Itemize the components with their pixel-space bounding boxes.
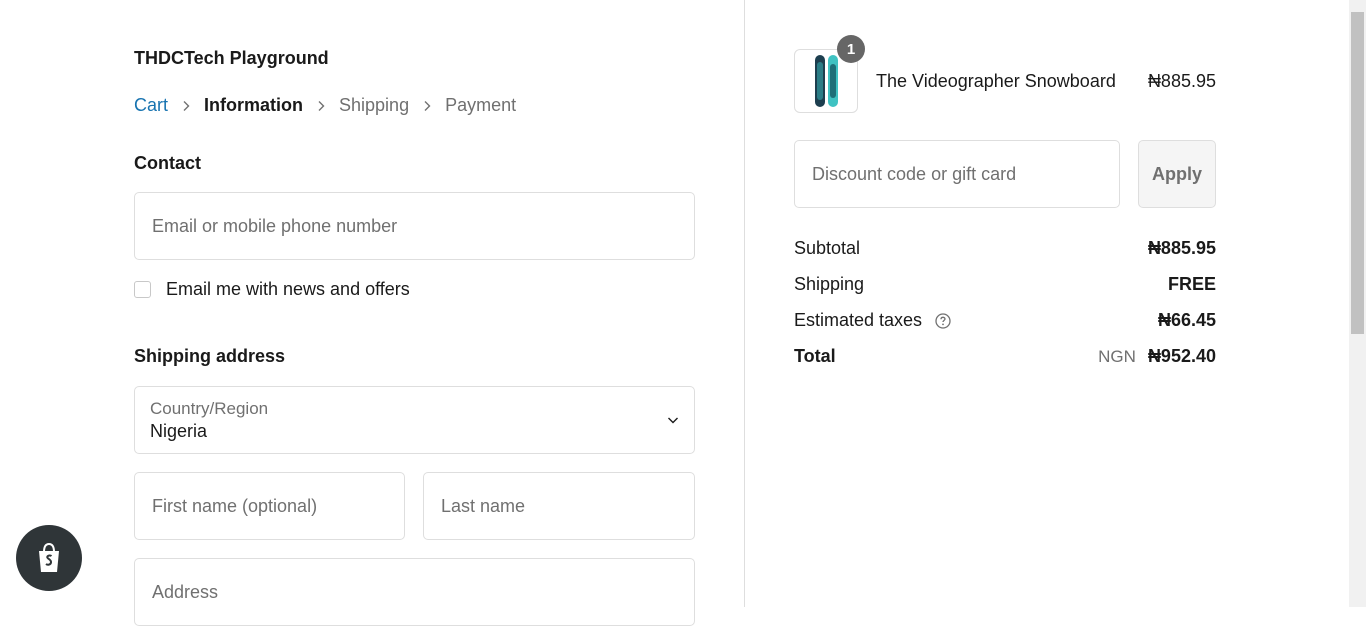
country-select[interactable]: Country/Region Nigeria <box>134 386 695 454</box>
shipping-label: Shipping <box>794 274 865 294</box>
apply-button[interactable]: Apply <box>1138 140 1216 208</box>
total-value: ₦952.40 <box>1147 346 1216 366</box>
taxes-label: Estimated taxes <box>794 310 923 330</box>
store-name[interactable]: THDCTech Playground <box>134 48 329 69</box>
last-name-input[interactable] <box>439 494 679 518</box>
breadcrumb-payment: Payment <box>445 95 517 115</box>
first-name-field[interactable] <box>134 472 405 540</box>
shipping-value: FREE <box>1167 274 1216 294</box>
breadcrumb: Cart Information Shipping Payment <box>134 95 516 116</box>
newsletter-checkbox[interactable] <box>134 281 151 298</box>
chevron-right-icon <box>417 100 437 112</box>
scrollbar-thumb[interactable] <box>1351 12 1364 334</box>
discount-input[interactable] <box>810 162 1104 186</box>
scrollbar[interactable] <box>1349 0 1366 607</box>
taxes-label-wrap: Estimated taxes <box>794 310 951 331</box>
product-name: The Videographer Snowboard <box>876 71 1116 91</box>
subtotal-row: Subtotal ₦885.95 <box>794 238 1216 259</box>
email-input[interactable] <box>150 214 679 238</box>
breadcrumb-information: Information <box>204 95 304 115</box>
quantity-badge: 1 <box>837 35 865 63</box>
chevron-right-icon <box>176 100 196 112</box>
newsletter-option[interactable]: Email me with news and offers <box>134 279 410 300</box>
address-input[interactable] <box>150 581 679 604</box>
total-row: Total NGN ₦952.40 <box>794 346 1216 367</box>
newsletter-label[interactable]: Email me with news and offers <box>166 279 410 300</box>
total-amount: NGN ₦952.40 <box>1098 346 1216 367</box>
address-field[interactable] <box>134 558 695 626</box>
last-name-field[interactable] <box>423 472 695 540</box>
checkout-main-panel: THDCTech Playground Cart Information Shi… <box>0 0 744 626</box>
subtotal-label: Subtotal <box>794 238 861 258</box>
product-price: ₦885.95 <box>1147 71 1216 91</box>
subtotal-value: ₦885.95 <box>1147 238 1216 258</box>
chevron-right-icon <box>311 100 331 112</box>
breadcrumb-shipping: Shipping <box>339 95 410 115</box>
taxes-value: ₦66.45 <box>1157 310 1216 330</box>
shopify-bag-icon <box>39 542 59 572</box>
country-label: Country/Region <box>150 399 269 418</box>
discount-field[interactable] <box>794 140 1120 208</box>
question-circle-icon[interactable] <box>935 313 951 329</box>
contact-title: Contact <box>134 153 201 173</box>
breadcrumb-cart[interactable]: Cart <box>134 95 168 116</box>
total-label: Total <box>794 346 836 366</box>
first-name-input[interactable] <box>150 494 389 518</box>
chevron-down-icon <box>668 417 678 424</box>
taxes-row: Estimated taxes ₦66.45 <box>794 310 1216 331</box>
shop-pay-button[interactable] <box>16 525 82 591</box>
email-field[interactable] <box>134 192 695 260</box>
country-value: Nigeria <box>150 421 208 441</box>
shipping-row: Shipping FREE <box>794 274 1216 295</box>
shipping-address-title: Shipping address <box>134 346 286 366</box>
total-currency: NGN <box>1098 347 1136 366</box>
